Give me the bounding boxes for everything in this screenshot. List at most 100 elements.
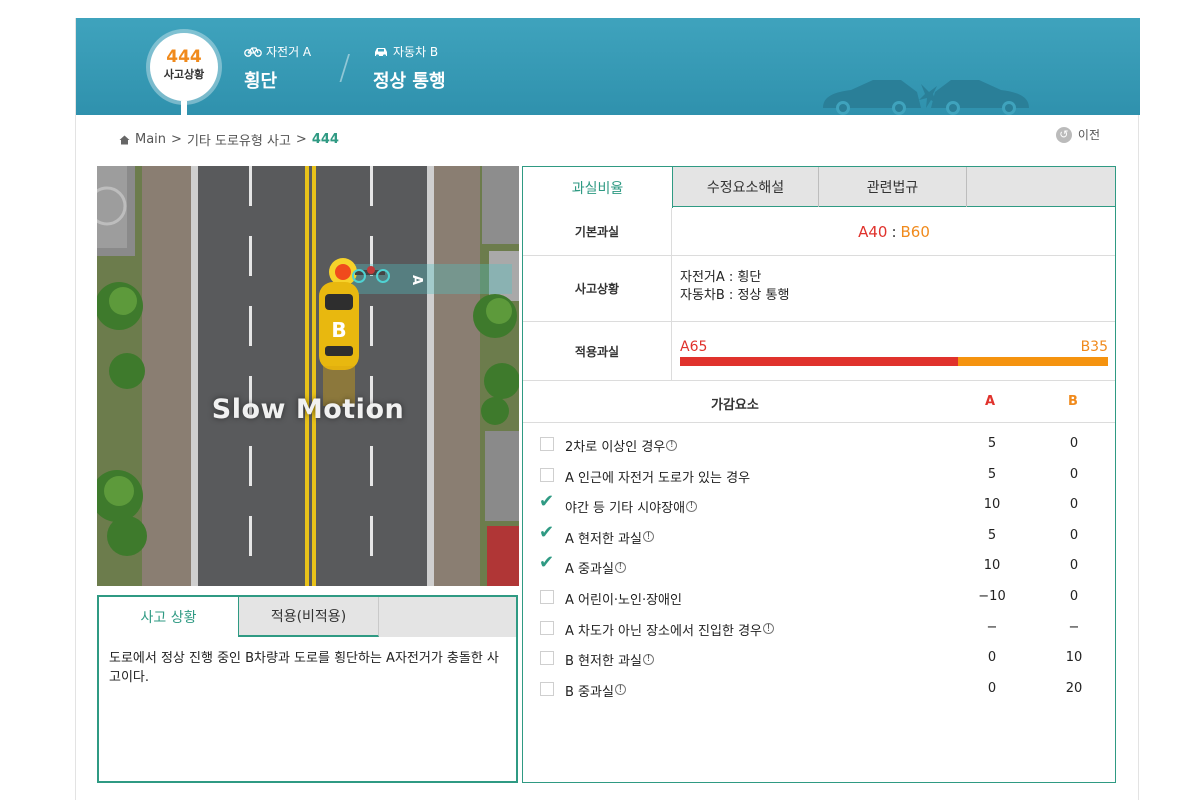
adjustment-value-a: 0 (987, 650, 997, 666)
fault-panel: 과실비율 수정요소해설 관련법규 기본과실 A40 : B60 사고상황 자전거… (522, 166, 1116, 783)
adjustment-checkbox[interactable] (540, 437, 554, 451)
situation-description: 도로에서 정상 진행 중인 B차량과 도로를 횡단하는 A자전거가 충돌한 사고… (109, 651, 499, 685)
check-icon[interactable]: ✔ (539, 552, 554, 573)
breadcrumb: Main > 기타 도로유형 사고 > 444 (119, 130, 339, 149)
adjustment-value-b: − (1068, 619, 1080, 635)
adjustment-header-a: A (985, 394, 996, 409)
adjustment-checkbox[interactable] (540, 467, 554, 482)
adjustment-list: 2차로 이상인 경우! 5 0 A 인근에 자전거 도로가 있는 경우 5 0 ✔ 야간 등 … (523, 429, 1115, 704)
tab-adjustment-explanation[interactable]: 수정요소해설 (673, 167, 819, 207)
adjustment-header-name: 가감요소 (711, 398, 759, 413)
adjustment-name: B 중과실! (565, 681, 626, 700)
breadcrumb-current: 444 (311, 132, 339, 147)
adjustment-checkbox[interactable] (540, 620, 554, 635)
party-a-label: 자전거 A (266, 45, 312, 59)
tab-related-laws[interactable]: 관련법규 (819, 167, 967, 207)
applied-fault-bar (680, 357, 1108, 366)
info-icon[interactable]: ! (642, 653, 654, 665)
tab-fault-ratio[interactable]: 과실비율 (523, 167, 673, 208)
adjustment-value-b: 20 (1065, 680, 1083, 696)
breadcrumb-separator: > (171, 132, 182, 147)
info-icon[interactable]: ! (666, 439, 678, 451)
adjustment-value-a: − (986, 619, 998, 635)
slow-motion-overlay: Slow Motion (211, 394, 405, 425)
info-icon[interactable]: ! (642, 531, 654, 543)
base-fault-b: B60 (900, 223, 930, 241)
adjustment-row: A 차도가 아닌 장소에서 진입한 경우! − − (523, 613, 1115, 644)
adjustment-name: A 중과실! (565, 558, 626, 577)
party-a-action: 횡단 (244, 71, 278, 92)
breadcrumb-category[interactable]: 기타 도로유형 사고 (187, 130, 291, 149)
bicycle-icon (244, 47, 262, 57)
adjustment-value-b: 0 (1069, 527, 1079, 543)
base-fault-value: A40 : B60 (673, 208, 1115, 256)
situation-label: 사고상황 (523, 256, 672, 321)
prev-button-label: 이전 (1077, 128, 1100, 142)
adjustment-header: 가감요소 A B (523, 381, 1115, 423)
party-b-action: 정상 통행 (373, 71, 446, 92)
adjustment-header-b: B (1068, 394, 1078, 409)
accident-scene-video[interactable]: A B Slow Motion (97, 166, 519, 586)
base-fault-separator: : (891, 223, 897, 241)
adjustment-checkbox[interactable] (540, 651, 554, 666)
adjustment-name: A 어린이·노인·장애인 (565, 592, 682, 608)
collision-illustration (823, 80, 1029, 115)
party-a: 자전거 A 횡단 (244, 43, 311, 93)
adjustment-row: A 인근에 자전거 도로가 있는 경우 5 0 (523, 460, 1115, 491)
situation-tabs: 사고 상황 적용(비적용) (99, 597, 516, 637)
base-fault-label: 기본과실 (523, 208, 672, 255)
adjustment-row: ✔ A 현저한 과실! 5 0 (523, 521, 1115, 552)
adjustment-row: A 어린이·노인·장애인 −10 0 (523, 582, 1115, 613)
adjustment-value-a: 10 (983, 558, 1001, 574)
situation-panel: 사고 상황 적용(비적용) 도로에서 정상 진행 중인 B차량과 도로를 횡단하… (97, 595, 518, 783)
adjustment-value-b: 0 (1069, 558, 1079, 574)
adjustment-row: ✔ A 중과실! 10 0 (523, 551, 1115, 582)
car-icon (375, 47, 387, 58)
adjustment-value-b: 0 (1069, 436, 1079, 451)
adjustment-name: 야간 등 기타 시야장애! (565, 497, 698, 516)
adjustment-value-a: −10 (978, 588, 1006, 604)
base-fault-a: A40 (858, 223, 888, 241)
adjustment-value-b: 0 (1069, 497, 1079, 513)
badge-stem (181, 101, 187, 115)
applied-fault-bar-a (680, 357, 959, 366)
party-divider: / (339, 48, 351, 88)
info-icon[interactable]: ! (763, 623, 774, 635)
adjustment-value-b: 10 (1065, 650, 1083, 666)
info-icon[interactable]: ! (614, 684, 626, 696)
info-icon[interactable]: ! (614, 561, 626, 573)
prev-button[interactable]: ↺ 이전 (1055, 126, 1100, 143)
adjustment-row: B 현저한 과실! 0 10 (523, 643, 1115, 674)
applied-fault-label: 적용과실 (523, 322, 672, 380)
situation-a: 자전거A : 횡단 (680, 270, 762, 285)
adjustment-checkbox[interactable] (540, 589, 554, 604)
adjustment-name: A 현저한 과실! (565, 528, 654, 547)
situation-row: 사고상황 자전거A : 횡단 자동차B : 정상 통행 (523, 256, 1115, 322)
home-icon[interactable] (119, 135, 130, 145)
applied-fault-row: 적용과실 A65 B35 (523, 322, 1115, 381)
adjustment-value-b: 0 (1069, 588, 1079, 604)
back-arrow-icon: ↺ (1055, 126, 1072, 143)
applied-fault-a: A65 (680, 339, 708, 355)
check-icon[interactable]: ✔ (539, 491, 554, 512)
check-icon[interactable]: ✔ (539, 522, 554, 543)
scene-label-a: A (409, 275, 424, 285)
adjustment-row: B 중과실! 0 20 (523, 674, 1115, 705)
breadcrumb-separator: > (295, 132, 307, 147)
situation-b: 자동차B : 정상 통행 (680, 288, 790, 303)
adjustment-value-a: 5 (987, 527, 997, 543)
adjustment-value-b: 0 (1069, 466, 1079, 482)
applied-fault-b: B35 (1080, 339, 1108, 355)
situation-detail: 자전거A : 횡단 자동차B : 정상 통행 (680, 269, 789, 305)
info-icon[interactable]: ! (686, 500, 698, 512)
adjustment-name: A 인근에 자전거 도로가 있는 경우 (565, 470, 751, 486)
party-b-label: 자동차 B (393, 45, 439, 59)
adjustment-value-a: 10 (983, 497, 1001, 513)
tab-application[interactable]: 적용(비적용) (239, 597, 379, 637)
tab-accident-situation[interactable]: 사고 상황 (99, 597, 239, 637)
party-b: 자동차 B 정상 통행 (373, 43, 446, 93)
adjustment-value-a: 0 (987, 680, 997, 696)
scene-label-b: B (331, 318, 346, 342)
adjustment-checkbox[interactable] (540, 681, 554, 696)
breadcrumb-main[interactable]: Main (135, 132, 166, 147)
